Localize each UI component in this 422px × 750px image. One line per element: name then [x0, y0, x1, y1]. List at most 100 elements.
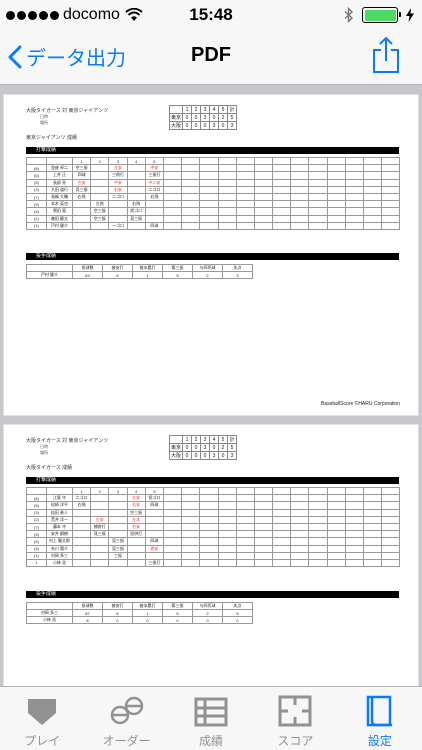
pitching-column-header: 被本塁打 [132, 602, 163, 611]
line-score-table: 1 2 3 4 5 計東京 0 0 3 0 2 5 大阪 0 0 0 3 0 3 [169, 105, 237, 130]
at-bat-result [90, 164, 110, 173]
pitching-column-header [26, 602, 73, 611]
at-bat-result: 右飛 [71, 192, 92, 202]
tab-order[interactable]: オーダー [84, 687, 168, 750]
at-bat-result [71, 200, 92, 209]
pitching-table: 投球数 被安打 被本塁打 奪三振 与四死球 失点 戸村 健介 64 6 1 5 2 3 [26, 264, 253, 279]
batter-row: (5) 長部 亮左安 中安 中二安 [26, 178, 401, 187]
at-bat-result [90, 178, 110, 187]
line-score-row: 大阪 0 0 0 3 0 3 [169, 121, 237, 130]
pitcher-name: 村岡 多三 [26, 609, 73, 618]
share-button[interactable] [372, 36, 400, 79]
run-cell: 0 [182, 113, 192, 122]
pitching-section-header: 投手成績 [26, 253, 399, 260]
batter-row: 1 小林 浩 三振打 [26, 558, 401, 568]
at-bat-result [71, 508, 92, 517]
pitching-stat: 0 [132, 616, 163, 625]
pitching-column-header: 奪三振 [162, 602, 193, 611]
inning-header: 5 [144, 486, 164, 496]
batter-row: (3) 松田 勇人 空三振 [26, 508, 401, 517]
at-bat-result [108, 200, 128, 209]
order-icon [110, 696, 143, 725]
run-cell: 0 [191, 451, 201, 460]
pitcher-row: 小林 浩800000 [26, 616, 253, 625]
tab-settings[interactable]: 設定 [338, 687, 422, 750]
at-bat-result: 左飛 [90, 200, 110, 209]
tab-stats[interactable]: 成績 [169, 687, 253, 750]
player-name: 大田 道行 [46, 185, 73, 194]
at-bat-result [90, 171, 110, 180]
run-cell: 3 [209, 451, 219, 460]
at-bat-result [90, 494, 110, 503]
inning-header: 2 [191, 105, 201, 114]
pitching-stat: 3 [222, 271, 253, 279]
inning-header: 5 [218, 105, 228, 114]
pitching-stat: 6 [102, 609, 133, 618]
pitching-column-header: 被本塁打 [132, 264, 163, 272]
pdf-viewer[interactable]: 大阪タイガース 対 東京ジャイアンツ 日時 場所 東京ジャイアンツ 成績 1 2 3 4 5 計東… [0, 86, 422, 686]
at-bat-result [108, 207, 128, 216]
run-cell: 0 [218, 451, 228, 460]
batter-row: (9) 安井 鋼樹 見三振 投併打 [26, 530, 401, 539]
at-bat-result: 見三振 [71, 185, 92, 194]
inning-header: 4 [209, 105, 219, 114]
inning-header: 計 [227, 105, 237, 114]
player-name: 並座 卓二 [46, 164, 73, 173]
team-name: 大阪 [169, 451, 183, 460]
team-stats-title: 東京ジャイアンツ 成績 [26, 135, 77, 141]
tab-label: 成績 [199, 734, 224, 748]
pitching-column-header: 投球数 [72, 602, 103, 611]
inning-header [46, 156, 73, 166]
at-bat-result [126, 537, 146, 546]
at-bat-result: 空三振 [126, 508, 146, 517]
at-bat-result [126, 558, 146, 568]
batting-position: (2) [26, 214, 47, 223]
batting-position: (9) [26, 200, 47, 209]
pitching-column-header: 失点 [222, 602, 253, 611]
inning-header: 計 [227, 435, 237, 444]
run-cell: 0 [182, 443, 192, 452]
at-bat-result: 中安 [108, 178, 128, 187]
pitching-stat: 5 [222, 609, 253, 618]
line-score-row: 東京 0 0 3 0 2 5 [169, 113, 237, 122]
run-cell: 5 [227, 443, 237, 452]
at-bat-result [108, 494, 128, 503]
batting-position: (2) [26, 515, 47, 524]
tab-play[interactable]: プレイ [0, 687, 84, 750]
batting-position: (5) [26, 178, 47, 187]
copyright-text: BaseballScore ©HARU Corporation [321, 401, 400, 407]
pitching-stat: 0 [192, 616, 223, 625]
batter-row: (7) 藤本 守 捕併打 右安 [26, 522, 401, 532]
at-bat-result [71, 537, 92, 546]
pitching-table: 投球数 被安打 被本塁打 奪三振 与四死球 失点 村岡 多三 87 6 1 5 2 5 小林 浩80000… [26, 602, 253, 625]
report-place-label: 場所 [40, 120, 48, 125]
at-bat-result: 捕併打 [90, 522, 110, 532]
batter-row: (8) 江夏 守二ゴロ 左安 投ゴロ [26, 494, 401, 503]
pitching-stat: 87 [72, 609, 103, 618]
tab-score[interactable]: スコア [253, 687, 337, 750]
at-bat-result [144, 551, 164, 560]
inning-header: 1 [71, 156, 92, 166]
player-name: 藤本 守 [46, 522, 73, 532]
pitching-stat: 0 [222, 616, 253, 625]
inning-header: 2 [191, 435, 201, 444]
pitching-header-row: 投球数 被安打 被本塁打 奪三振 与四死球 失点 [26, 602, 253, 611]
batting-table: 1 2 3 4 5 (8) 並座 卓二 空三振 左安 中安 (6) 上井 正四球 三飛打 三振打 (5) 長部… [26, 156, 401, 230]
at-bat-result [144, 515, 164, 524]
at-bat-result [90, 185, 110, 194]
at-bat-result [90, 192, 110, 202]
inning-header: 1 [182, 105, 192, 114]
at-bat-result: 投ゴロ [144, 494, 164, 503]
run-cell: 0 [218, 121, 228, 130]
at-bat-result: 見三振 [108, 537, 128, 546]
player-name: 小林 浩 [46, 558, 73, 568]
at-bat-result: 一ゴロ [108, 221, 128, 230]
run-cell: 0 [182, 121, 192, 130]
at-bat-result [71, 558, 92, 568]
at-bat-result: 左安 [90, 515, 110, 524]
batter-row: (5) 村上 龍太郎 見三振 四球 [26, 537, 401, 546]
batter-row: (4) 糸川 陽介 見三振 遊安 [26, 544, 401, 553]
batting-position: (5) [26, 537, 47, 546]
inning-header: 2 [90, 156, 110, 166]
report-title: 大阪タイガース 対 東京ジャイアンツ [26, 108, 109, 114]
